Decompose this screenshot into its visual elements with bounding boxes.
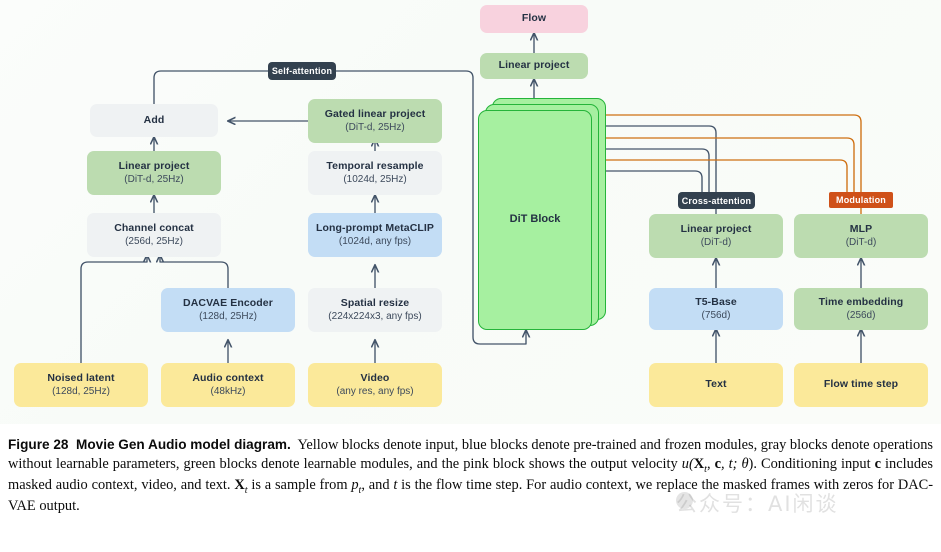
caption-formula-end: ). [748, 456, 757, 473]
badge-label: Cross-attention [681, 195, 752, 206]
node-subtitle: (DiT-d) [700, 236, 732, 248]
node-title: Linear project [498, 59, 570, 72]
node-mlp[interactable]: MLP (DiT-d) [794, 214, 928, 258]
caption-figure-number: Figure 28 [8, 437, 69, 452]
node-video[interactable]: Video (any res, any fps) [308, 363, 442, 407]
caption-title: Movie Gen Audio model diagram. [76, 437, 291, 452]
caption-body-4: is a sample from [247, 477, 352, 494]
node-text[interactable]: Text [649, 363, 783, 407]
node-dacvae-encoder[interactable]: DACVAE Encoder (128d, 25Hz) [161, 288, 295, 332]
node-title: Channel concat [114, 221, 194, 234]
node-subtitle: (756d) [701, 309, 731, 321]
node-spatial-resize[interactable]: Spatial resize (224x224x3, any fps) [308, 288, 442, 332]
node-flow-time-step[interactable]: Flow time step [794, 363, 928, 407]
node-flow-output[interactable]: Flow [480, 5, 588, 33]
node-title: Add [143, 113, 165, 126]
figure-28-movie-gen-audio-diagram: Noised latent (128d, 25Hz) Audio context… [0, 0, 941, 552]
caption-x-symbol: X [234, 477, 245, 494]
node-subtitle: (DiT-d) [845, 236, 877, 248]
node-subtitle: (128d, 25Hz) [199, 310, 257, 322]
node-title: Audio context [192, 371, 264, 384]
node-title: T5-Base [695, 295, 737, 308]
node-add[interactable]: Add [90, 104, 218, 137]
node-gated-linear-project[interactable]: Gated linear project (DiT-d, 25Hz) [308, 99, 442, 143]
node-subtitle: (1024d, 25Hz) [343, 173, 407, 185]
node-title: Video [360, 371, 390, 384]
node-title: Flow time step [823, 378, 899, 391]
node-title: Linear project [118, 159, 190, 172]
node-channel-concat[interactable]: Channel concat (256d, 25Hz) [87, 213, 221, 257]
node-subtitle: (1024d, any fps) [338, 235, 412, 247]
node-audio-context[interactable]: Audio context (48kHz) [161, 363, 295, 407]
node-subtitle: (128d, 25Hz) [52, 385, 110, 397]
caption-body-5: , and [361, 477, 394, 494]
node-title: DACVAE Encoder [183, 296, 273, 309]
node-t5-base[interactable]: T5-Base (756d) [649, 288, 783, 330]
caption-formula-mid: , [706, 456, 715, 473]
caption-formula-x: X [693, 456, 705, 473]
node-time-embedding[interactable]: Time embedding (256d) [794, 288, 928, 330]
caption-formula-u: u( [681, 456, 694, 473]
node-subtitle: (DiT-d, 25Hz) [345, 121, 405, 133]
node-temporal-resample[interactable]: Temporal resample (1024d, 25Hz) [308, 151, 442, 195]
node-title: Long-prompt MetaCLIP [315, 221, 435, 234]
node-linear-project-left[interactable]: Linear project (DiT-d, 25Hz) [87, 151, 221, 195]
badge-cross-attention[interactable]: Cross-attention [678, 192, 755, 209]
node-subtitle: (256d) [846, 309, 876, 321]
node-subtitle: (256d, 25Hz) [125, 235, 183, 247]
figure-caption: Figure 28 Movie Gen Audio model diagram.… [8, 436, 933, 516]
node-long-prompt-metaclip[interactable]: Long-prompt MetaCLIP (1024d, any fps) [308, 213, 442, 257]
node-title: Linear project [680, 222, 752, 235]
caption-p-symbol: p [351, 477, 359, 494]
badge-self-attention[interactable]: Self-attention [268, 62, 336, 80]
badge-label: Self-attention [271, 66, 333, 76]
node-title: Noised latent [47, 371, 115, 384]
watermark-logo-icon [676, 492, 693, 509]
node-subtitle: (DiT-d, 25Hz) [124, 173, 184, 185]
node-title: Flow [521, 12, 547, 25]
caption-body-2: Conditioning input [756, 456, 875, 473]
node-dit-block-stack[interactable]: DiT Block [478, 98, 606, 330]
node-title: Time embedding [818, 295, 904, 308]
badge-modulation[interactable]: Modulation [829, 192, 893, 208]
node-subtitle: (48kHz) [210, 385, 246, 397]
diagram-canvas [0, 0, 941, 424]
node-noised-latent[interactable]: Noised latent (128d, 25Hz) [14, 363, 148, 407]
badge-label: Modulation [836, 195, 886, 205]
node-linear-project-output[interactable]: Linear project [480, 53, 588, 79]
node-subtitle: (224x224x3, any fps) [328, 310, 422, 322]
node-title: MLP [849, 222, 873, 235]
node-title: Gated linear project [324, 107, 426, 120]
node-title: DiT Block [509, 213, 561, 225]
node-linear-project-cross-attention[interactable]: Linear project (DiT-d) [649, 214, 783, 258]
node-title: Temporal resample [326, 159, 424, 172]
node-title: Spatial resize [340, 296, 410, 309]
node-title: Text [705, 378, 727, 391]
node-subtitle: (any res, any fps) [336, 385, 414, 397]
caption-formula-t: , t; θ [720, 456, 749, 473]
